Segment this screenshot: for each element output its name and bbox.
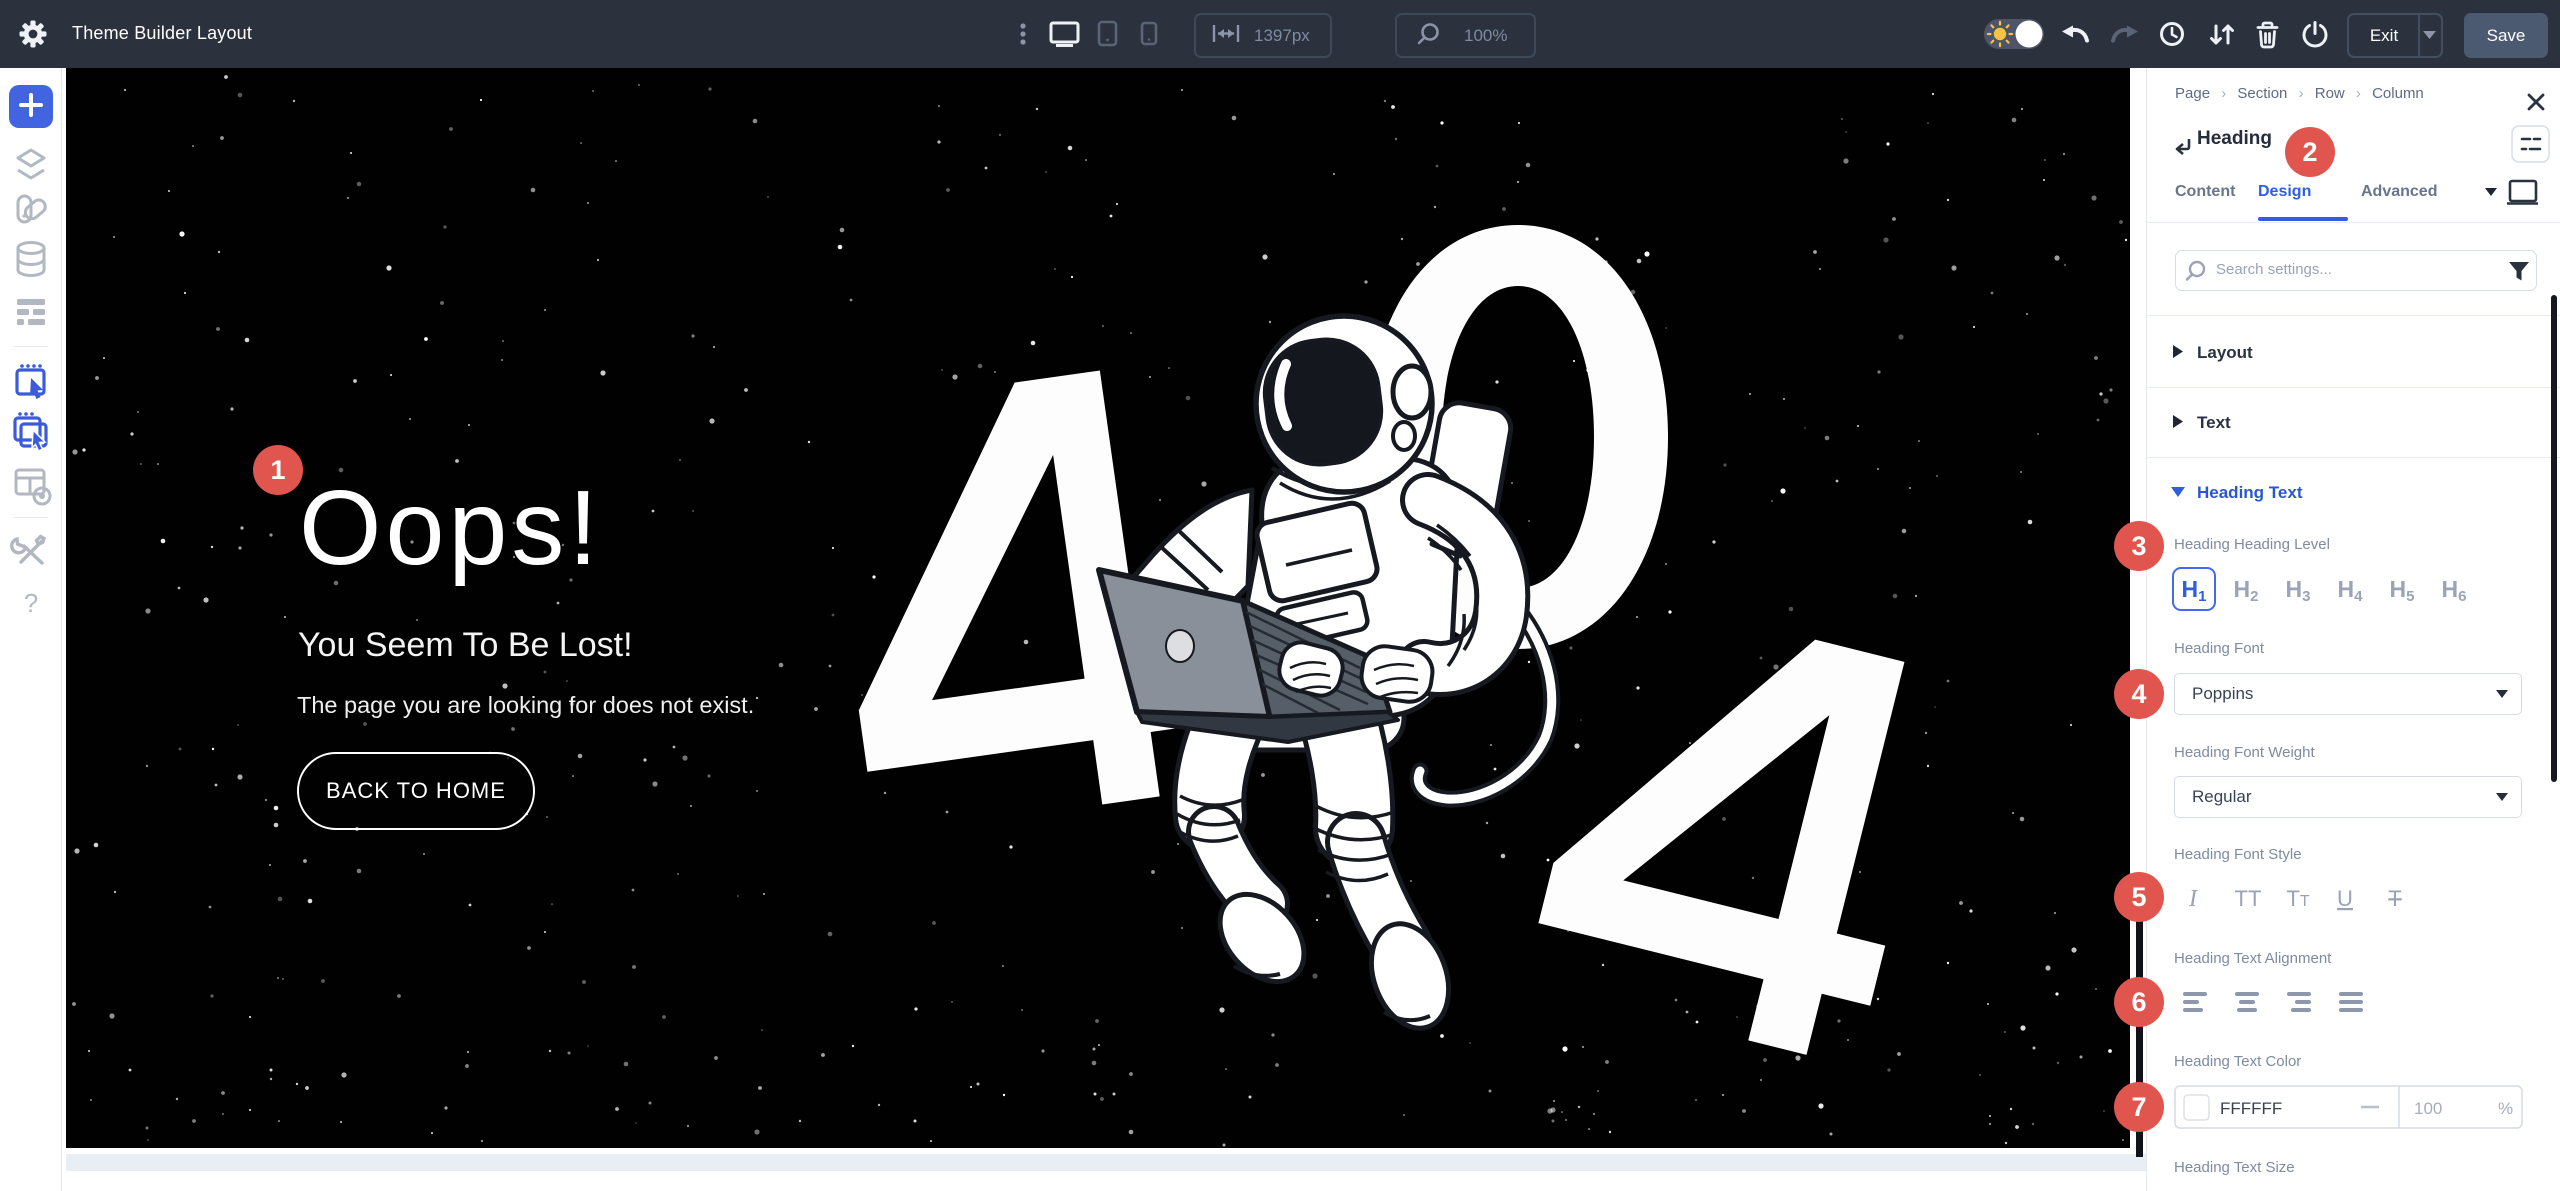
svg-text:U: U — [2337, 886, 2353, 911]
svg-text:TT: TT — [2286, 886, 2309, 911]
svg-text:T: T — [2388, 886, 2401, 911]
svg-text:FFFFFF: FFFFFF — [2220, 1099, 2282, 1118]
svg-text:?: ? — [24, 588, 38, 618]
svg-text:H2: H2 — [2234, 576, 2259, 605]
svg-text:TT: TT — [2235, 886, 2262, 911]
svg-text:100: 100 — [2414, 1099, 2442, 1118]
svg-text:I: I — [2188, 886, 2198, 912]
svg-text:H3: H3 — [2286, 576, 2311, 605]
svg-text:%: % — [2498, 1099, 2513, 1118]
svg-text:H6: H6 — [2442, 576, 2467, 605]
svg-text:H4: H4 — [2338, 576, 2364, 605]
svg-text:H5: H5 — [2390, 576, 2415, 605]
